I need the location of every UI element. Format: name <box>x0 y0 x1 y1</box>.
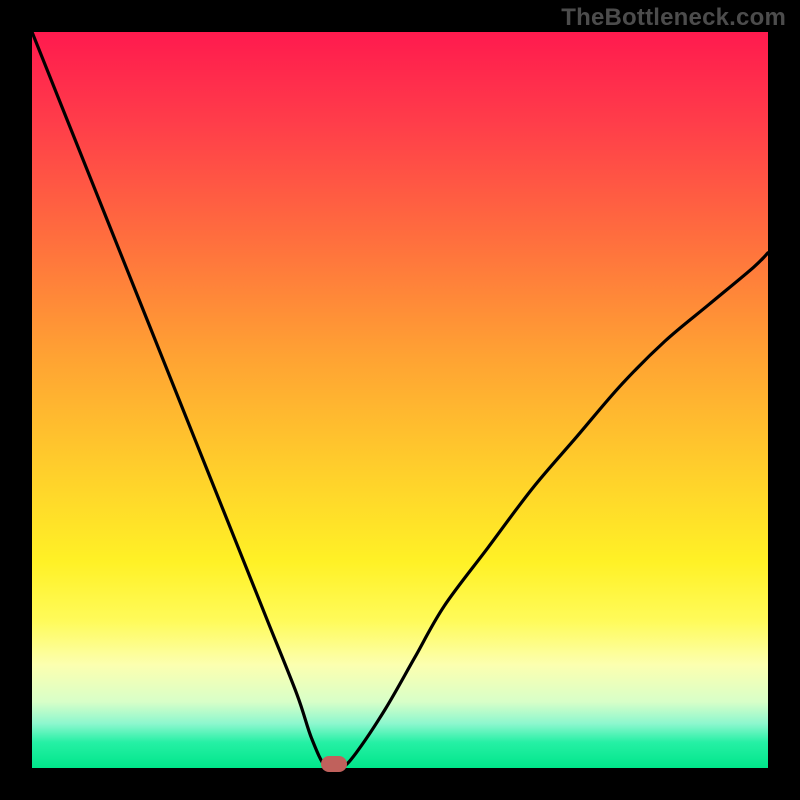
minimum-marker <box>321 756 347 772</box>
plot-area <box>32 32 768 768</box>
bottleneck-curve-path <box>32 32 768 768</box>
curve-svg <box>32 32 768 768</box>
chart-frame: TheBottleneck.com <box>0 0 800 800</box>
watermark-text: TheBottleneck.com <box>561 4 786 32</box>
